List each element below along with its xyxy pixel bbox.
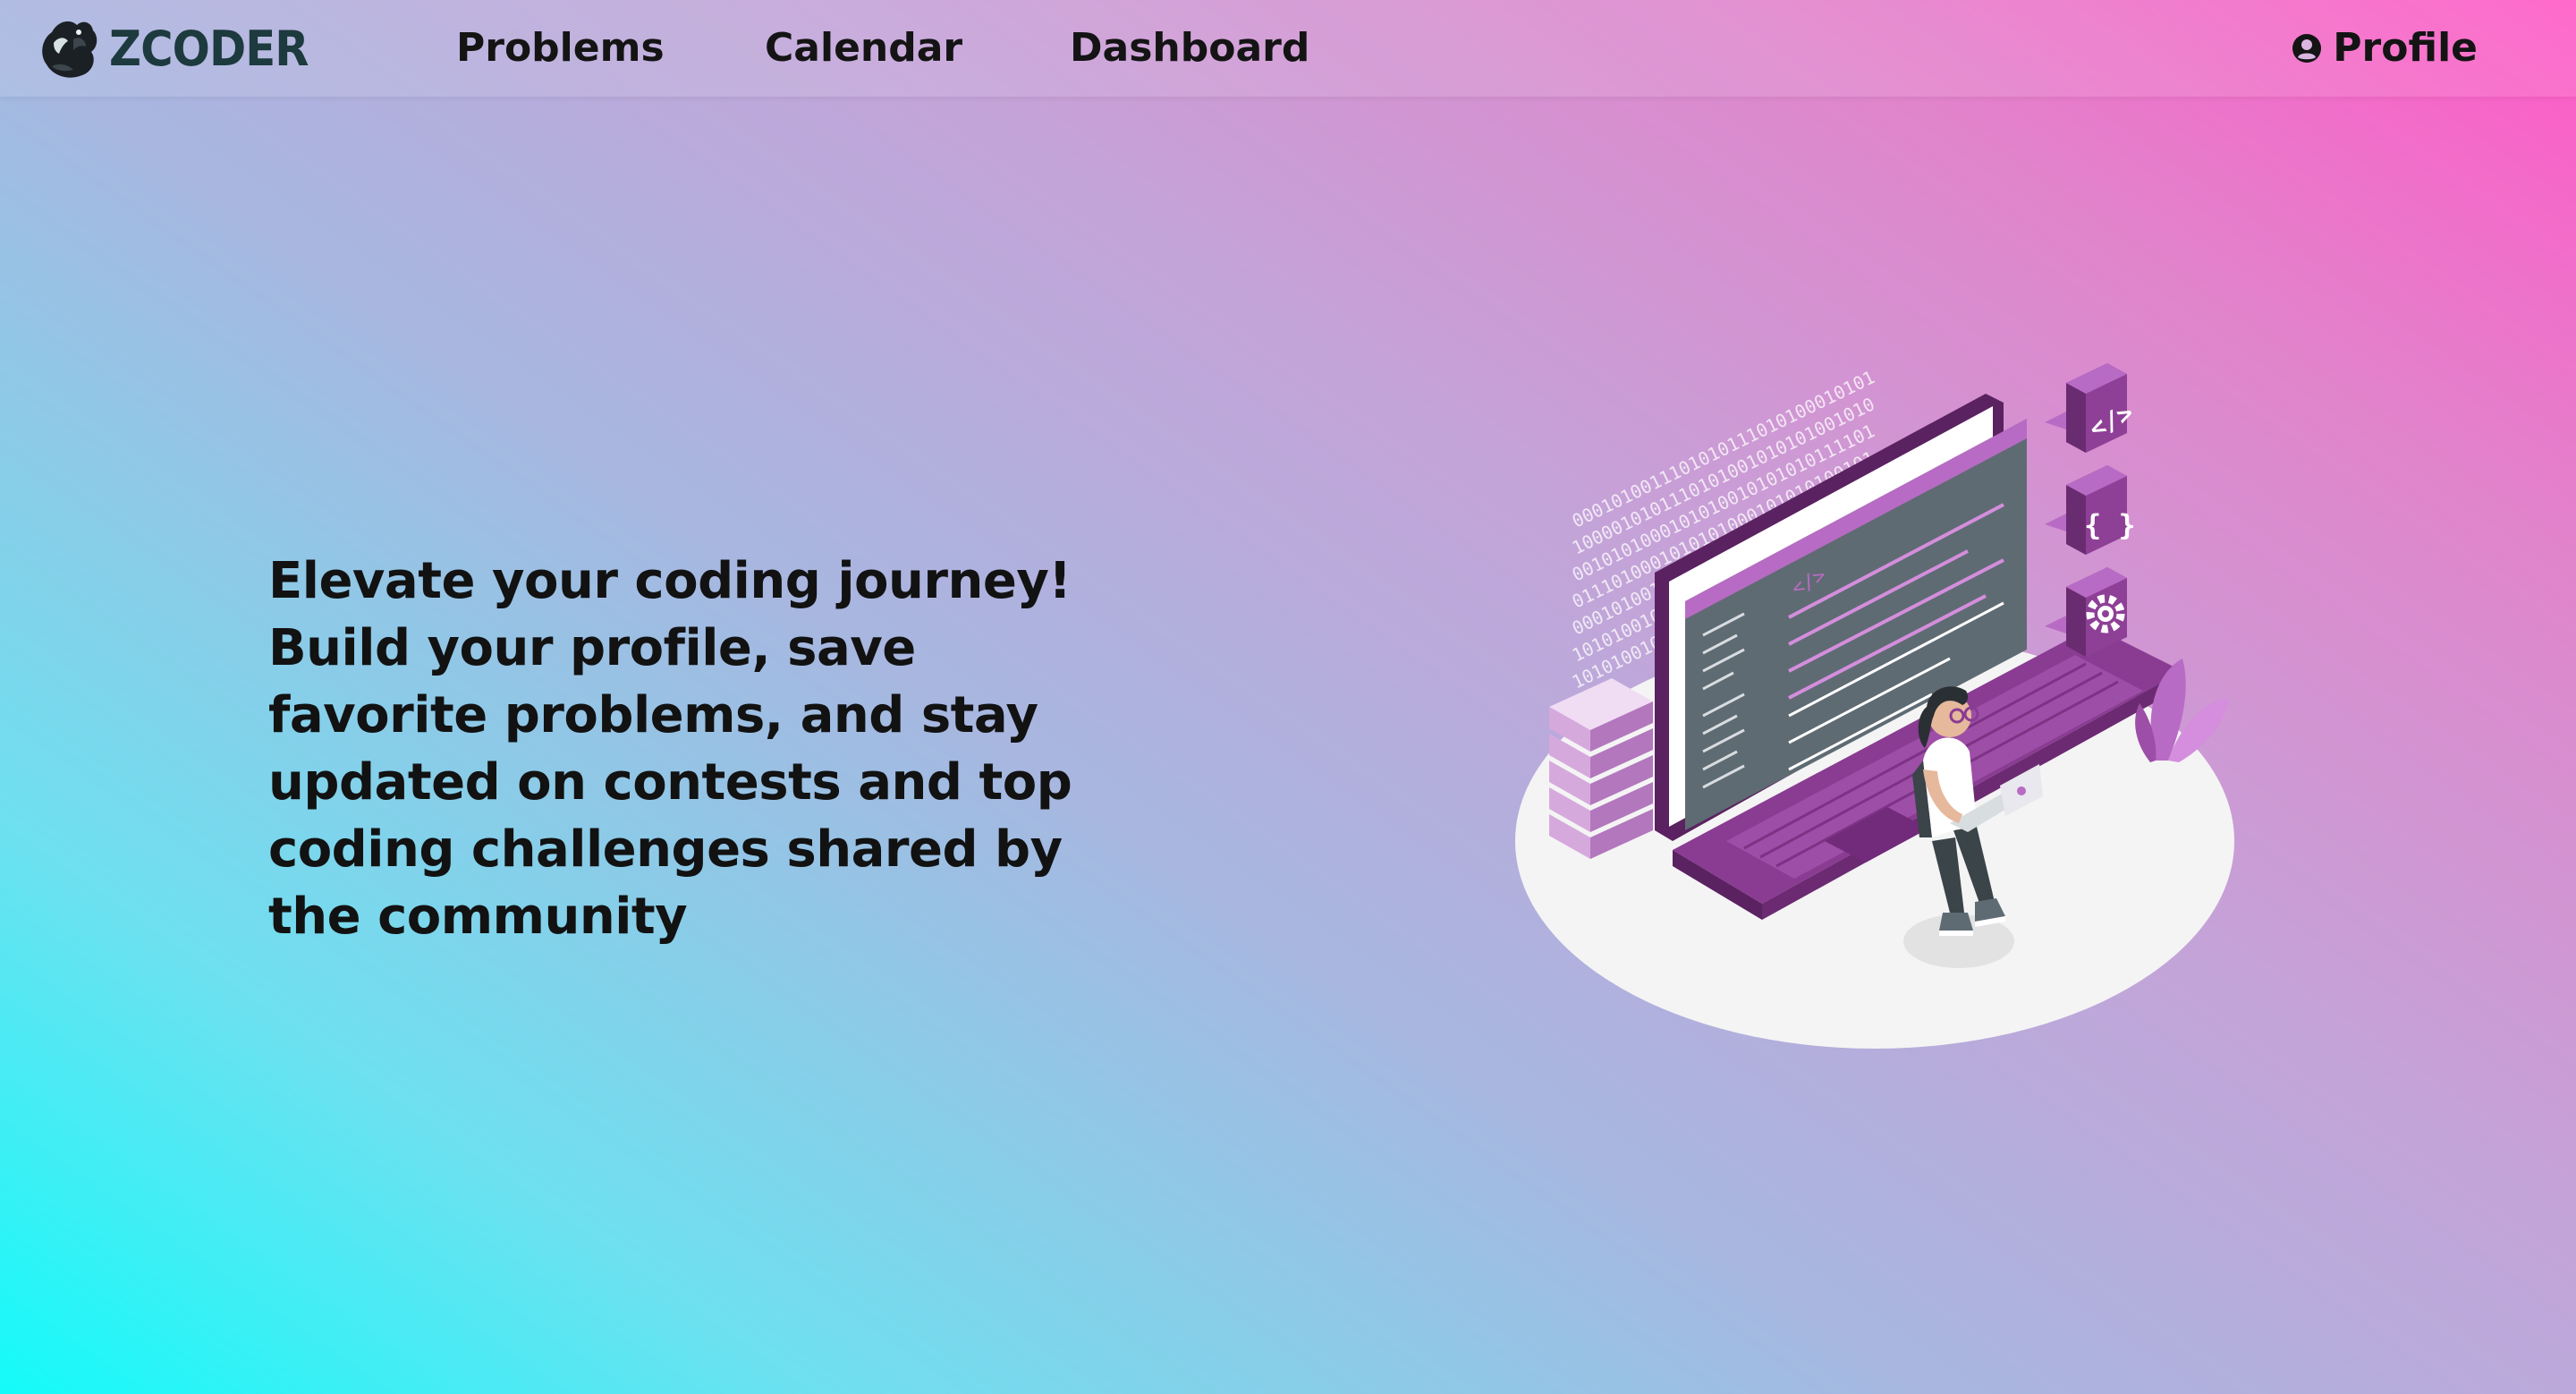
brand-name: ZCODER	[109, 20, 309, 77]
navbar: ZCODER Problems Calendar Dashboard Profi…	[0, 0, 2576, 97]
user-circle-icon	[2292, 34, 2322, 63]
nav-problems-link[interactable]: Problems	[456, 20, 665, 77]
nav-profile-link[interactable]: Profile	[2292, 20, 2478, 77]
nav-dashboard-link[interactable]: Dashboard	[1070, 20, 1309, 77]
curly-braces-icon: { }	[2045, 465, 2136, 555]
code-tag-icon: </>	[2045, 363, 2139, 453]
hero-tagline: Elevate your coding journey! Build your …	[268, 552, 1072, 946]
profile-label: Profile	[2333, 25, 2478, 71]
squirrel-logo-icon	[42, 21, 97, 78]
brand-logo[interactable]: ZCODER	[34, 11, 326, 86]
brace-icon-glyph: { }	[2084, 508, 2136, 542]
coding-illustration: 0001010011101010111010100010101 10000101…	[1515, 363, 2234, 1049]
nav-calendar-link[interactable]: Calendar	[765, 20, 962, 77]
